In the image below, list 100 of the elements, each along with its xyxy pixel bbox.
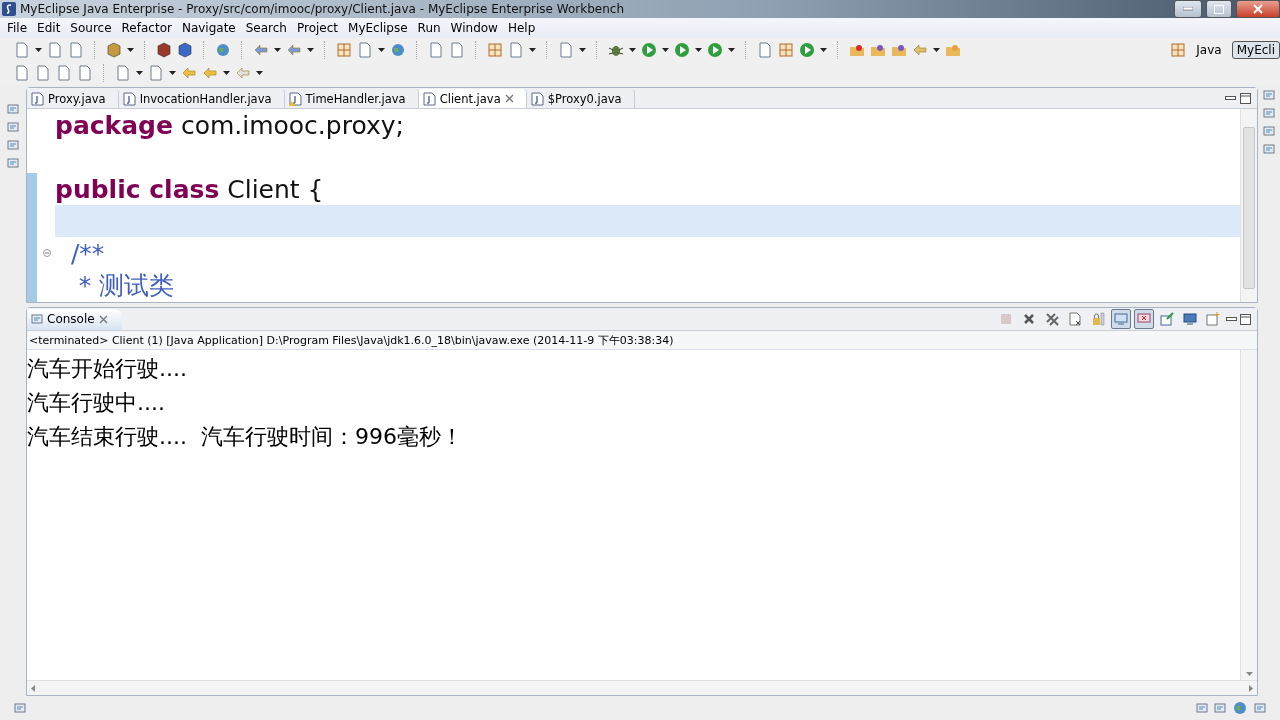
menu-item[interactable]: Run xyxy=(412,21,446,35)
minimize-icon xyxy=(1183,7,1193,11)
folder-icon[interactable] xyxy=(849,42,865,58)
document-icon[interactable] xyxy=(757,42,773,58)
scrollbar-thumb[interactable] xyxy=(1243,127,1255,289)
menu-item[interactable]: Help xyxy=(502,21,541,35)
cube-icon[interactable] xyxy=(106,42,122,58)
document-icon[interactable] xyxy=(14,42,30,58)
document-icon[interactable] xyxy=(47,42,63,58)
java-file-icon[interactable] xyxy=(422,91,436,106)
arrow-icon[interactable] xyxy=(235,65,251,81)
globe-icon[interactable] xyxy=(215,42,231,58)
caret-icon[interactable] xyxy=(35,48,42,52)
process-info: <terminated> Client (1) [Java Application] D:\Program Files\Java\jdk1.6.0_18\bin\javaw.exe (2014-11-9 下午03:38:34) xyxy=(27,331,1257,350)
scroll-down-icon[interactable] xyxy=(1245,672,1253,676)
caret-icon[interactable] xyxy=(223,71,230,75)
maximize-icon[interactable] xyxy=(1240,313,1251,325)
console-icon[interactable] xyxy=(31,313,43,325)
caret-icon[interactable] xyxy=(629,48,636,52)
play-icon[interactable] xyxy=(641,42,657,58)
menu-item[interactable]: Window xyxy=(445,21,503,35)
restore-icon[interactable] xyxy=(1263,89,1275,101)
java-file-icon[interactable] xyxy=(31,91,44,106)
document-icon[interactable] xyxy=(148,65,164,81)
caret-icon[interactable] xyxy=(136,71,143,75)
grid-icon[interactable] xyxy=(487,42,503,58)
minimize-icon[interactable] xyxy=(1226,315,1237,323)
menu-item[interactable]: Search xyxy=(240,21,292,35)
arrow-icon[interactable] xyxy=(253,42,269,58)
maximize-icon[interactable] xyxy=(1240,92,1251,104)
caret-icon[interactable] xyxy=(256,71,263,75)
close-icon[interactable] xyxy=(98,314,108,324)
caret-icon[interactable] xyxy=(378,48,385,52)
caret-icon[interactable] xyxy=(307,48,314,52)
arrow-icon[interactable] xyxy=(202,65,218,81)
play-icon[interactable] xyxy=(799,42,815,58)
java-file-icon[interactable] xyxy=(122,91,136,106)
folder-icon[interactable] xyxy=(891,42,907,58)
scroll-left-icon[interactable] xyxy=(31,684,35,692)
restore-icon[interactable] xyxy=(7,103,19,115)
document-icon[interactable] xyxy=(558,42,574,58)
document-icon[interactable] xyxy=(14,65,30,81)
document-icon[interactable] xyxy=(428,42,444,58)
document-icon[interactable] xyxy=(77,65,93,81)
close-button[interactable] xyxy=(1236,0,1280,18)
perspective-button[interactable]: Java xyxy=(1191,41,1227,59)
document-icon[interactable] xyxy=(357,42,373,58)
maximize-button[interactable] xyxy=(1206,0,1232,18)
minimize-icon[interactable] xyxy=(1225,94,1236,102)
menu-item[interactable]: File xyxy=(2,21,33,35)
globe-icon[interactable] xyxy=(1232,700,1248,716)
code-line: public class Client { xyxy=(55,174,324,204)
play-icon[interactable] xyxy=(674,42,690,58)
caret-icon[interactable] xyxy=(274,48,281,52)
java-file-icon[interactable] xyxy=(288,91,302,106)
scroll-right-icon[interactable] xyxy=(1249,684,1253,692)
menu-item[interactable]: Project xyxy=(291,21,344,35)
caret-icon[interactable] xyxy=(728,48,735,52)
grid-icon[interactable] xyxy=(336,42,352,58)
folder-icon[interactable] xyxy=(870,42,886,58)
menu-item[interactable]: Refactor xyxy=(116,21,177,35)
console-output-line: 汽车结束行驶.... 汽车行驶时间：996毫秒！ xyxy=(27,423,464,451)
close-icon[interactable] xyxy=(504,94,514,103)
caret-icon[interactable] xyxy=(529,48,536,52)
document-icon[interactable] xyxy=(56,65,72,81)
menu-item[interactable]: MyEclipse xyxy=(343,21,413,35)
caret-icon[interactable] xyxy=(933,48,940,52)
arrow-icon[interactable] xyxy=(286,42,302,58)
menu-item[interactable]: Source xyxy=(65,21,117,35)
caret-icon[interactable] xyxy=(169,71,176,75)
editor-tab[interactable]: Client.java xyxy=(418,89,527,108)
arrow-icon[interactable] xyxy=(181,65,197,81)
cube-icon[interactable] xyxy=(156,42,172,58)
menu-item[interactable]: Edit xyxy=(32,21,66,35)
menu-item[interactable]: Navigate xyxy=(176,21,241,35)
java-file-icon[interactable] xyxy=(530,91,544,106)
document-icon[interactable] xyxy=(508,42,524,58)
caret-icon[interactable] xyxy=(695,48,702,52)
globe-icon[interactable] xyxy=(390,42,406,58)
document-icon[interactable] xyxy=(115,65,131,81)
document-icon[interactable] xyxy=(68,42,84,58)
app-logo-icon xyxy=(2,2,16,16)
document-icon[interactable] xyxy=(35,65,51,81)
console-tab[interactable]: Console xyxy=(27,308,122,330)
minimize-button[interactable] xyxy=(1174,0,1202,18)
perspective-button[interactable]: MyEcli xyxy=(1231,41,1280,59)
close-icon xyxy=(1253,4,1263,14)
caret-icon[interactable] xyxy=(820,48,827,52)
caret-icon[interactable] xyxy=(127,48,134,52)
caret-icon[interactable] xyxy=(579,48,586,52)
cube-icon[interactable] xyxy=(177,42,193,58)
caret-icon[interactable] xyxy=(662,48,669,52)
play-icon[interactable] xyxy=(707,42,723,58)
console-icon[interactable] xyxy=(1254,702,1266,714)
grid-icon[interactable] xyxy=(1170,42,1187,58)
arrow-icon[interactable] xyxy=(912,42,928,58)
folder-icon[interactable] xyxy=(945,42,961,58)
grid-icon[interactable] xyxy=(778,42,794,58)
document-icon[interactable] xyxy=(449,42,465,58)
fold-icon[interactable] xyxy=(43,249,51,257)
